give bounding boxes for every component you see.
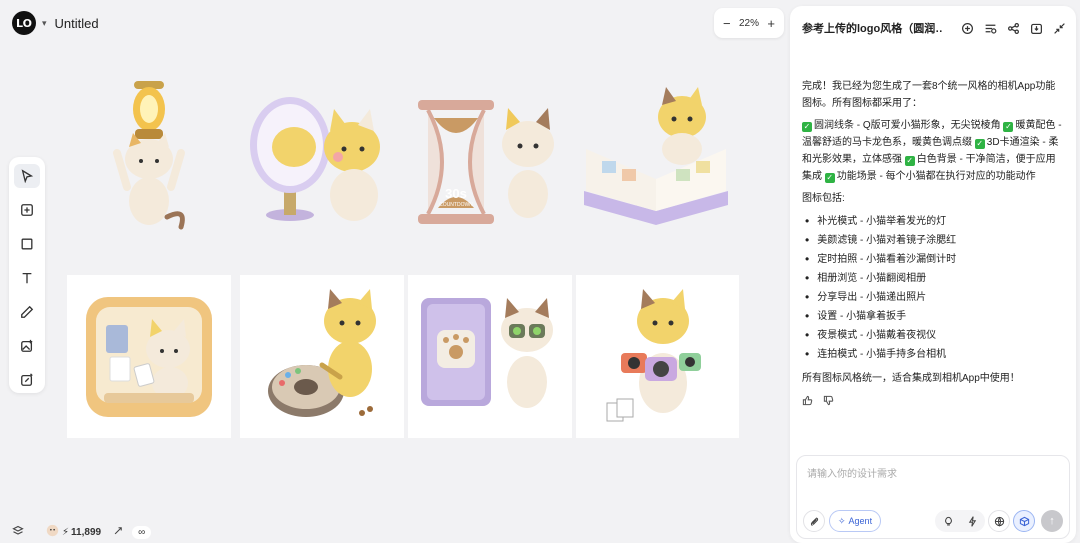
agent-button[interactable]: ✧ Agent (829, 510, 882, 532)
list-item: 连拍模式 - 小猫手持多台相机 (802, 345, 1062, 364)
list-item: 相册浏览 - 小猫翻阅相册 (802, 269, 1062, 288)
feature-paragraph: ✓ 圆润线条 - Q版可爱小猫形象，无尖锐棱角 ✓ 暖黄配色 - 温馨舒适的马卡龙色… (802, 117, 1062, 185)
web-search-button[interactable] (988, 510, 1010, 532)
message-intro: 完成！我已经为您生成了一套8个统一风格的相机App功能图标。所有图标都采用了： (802, 81, 1056, 109)
cat-wrench-illustration (268, 288, 376, 417)
credits-count: 11,899 (71, 526, 102, 538)
new-chat-icon[interactable] (961, 22, 974, 35)
lightbulb-icon (944, 516, 952, 525)
icon-night-mode[interactable] (408, 275, 572, 438)
list-item: 美颜滤镜 - 小猫对着镜子涂腮红 (802, 231, 1062, 250)
panel-header: 参考上传的logo风格（圆润… (802, 20, 1066, 36)
3d-mode-button[interactable] (1013, 510, 1035, 532)
collapse-icon[interactable] (1053, 22, 1066, 35)
left-toolbar (9, 157, 45, 393)
list-heading: 图标包括: (802, 193, 845, 204)
image-generate-tool[interactable] (14, 334, 40, 358)
check-icon: ✓ (904, 156, 915, 166)
rectangle-tool[interactable] (14, 232, 40, 256)
composer-actions: ✧ Agent ↑ (803, 510, 1063, 532)
text-icon (22, 272, 32, 284)
lightning-icon: ⚡ (62, 526, 70, 538)
status-bar: ⚡ 11,899 ∞ (12, 524, 152, 540)
idea-button[interactable] (937, 510, 959, 532)
check-icon: ✓ (802, 122, 812, 132)
cat-hourglass-illustration: 30s COUNTDOWN (417, 99, 554, 224)
cat-share-illustration (86, 296, 212, 417)
export-icon[interactable] (1030, 22, 1043, 35)
pen-tool[interactable] (14, 300, 40, 324)
globe-icon (994, 516, 1004, 527)
image-edit-tool[interactable] (14, 368, 40, 392)
cat-night-vision-illustration (421, 297, 553, 408)
cube-icon (1019, 516, 1029, 526)
chat-title[interactable]: 参考上传的logo风格（圆润… (802, 20, 942, 36)
message-closing: 所有图标风格统一，适合集成到相机App中使用！ (802, 373, 1020, 384)
select-tool[interactable] (14, 164, 40, 188)
list-item: 补光模式 - 小猫举着发光的灯 (802, 212, 1062, 231)
icon-timer[interactable]: 30s COUNTDOWN (408, 75, 571, 238)
chat-input[interactable]: 请输入你的设计需求 (807, 465, 897, 480)
zoom-out-button[interactable]: − (723, 16, 731, 31)
arrow-up-icon: ↑ (1049, 515, 1055, 527)
list-item: 分享导出 - 小猫递出照片 (802, 288, 1062, 307)
zoom-in-button[interactable]: + (767, 16, 775, 31)
mode-group (935, 510, 985, 532)
rectangle-icon (21, 238, 33, 250)
icon-beauty-filter[interactable] (240, 75, 403, 238)
icon-settings[interactable] (240, 275, 404, 438)
check-icon: ✓ (1003, 122, 1014, 132)
image-generate-icon (21, 339, 33, 352)
check-icon: ✓ (974, 139, 985, 149)
list-item: 夜景模式 - 小猫戴着夜视仪 (802, 326, 1062, 345)
avatar[interactable] (46, 524, 59, 540)
fast-mode-button[interactable] (961, 510, 983, 532)
bolt-icon (968, 515, 976, 527)
feedback-row (802, 395, 1062, 412)
countdown-label: COUNTDOWN (439, 202, 473, 208)
icon-list: 补光模式 - 小猫举着发光的灯 美颜滤镜 - 小猫对着镜子涂腮红 定时拍照 - … (802, 212, 1062, 364)
feature-text: 圆润线条 - Q版可爱小猫形象，无尖锐棱角 (814, 120, 1001, 131)
app-logo[interactable]: LO (12, 11, 36, 35)
pen-icon (21, 305, 34, 318)
share-icon[interactable] (1007, 22, 1020, 35)
sparkle-icon: ✧ (838, 515, 846, 526)
icon-share-export[interactable] (67, 275, 231, 438)
layers-icon[interactable] (12, 525, 24, 540)
icon-fill-light[interactable] (67, 75, 230, 238)
attach-button[interactable] (803, 510, 825, 532)
thumbs-up-icon[interactable] (802, 395, 813, 412)
add-frame-icon (21, 204, 33, 216)
zoom-control: − 22% + (714, 8, 784, 38)
send-button[interactable]: ↑ (1041, 510, 1063, 532)
check-icon: ✓ (824, 173, 835, 183)
app-header: LO ▾ Untitled (12, 11, 99, 35)
chevron-down-icon[interactable]: ▾ (42, 18, 47, 29)
cat-mirror-illustration (249, 96, 380, 221)
image-edit-icon (21, 373, 33, 386)
thumbs-down-icon[interactable] (823, 395, 834, 412)
icon-burst-mode[interactable] (576, 275, 739, 438)
cat-cameras-illustration (606, 288, 701, 421)
assistant-message: 完成！我已经为您生成了一套8个统一风格的相机App功能图标。所有图标都采用了： … (802, 78, 1062, 412)
chat-composer: 请输入你的设计需求 ✧ Agent ↑ (796, 455, 1070, 539)
history-icon[interactable] (984, 22, 997, 35)
chat-panel: 参考上传的logo风格（圆润… 完成！我已经为您生成了一套8个统一风格的相机Ap… (790, 6, 1076, 543)
cat-lamp-illustration (112, 80, 185, 229)
rocket-icon[interactable] (113, 525, 124, 539)
cursor-icon (21, 169, 34, 183)
agent-label: Agent (848, 516, 873, 526)
icon-album[interactable] (576, 75, 739, 238)
paperclip-icon (810, 516, 818, 526)
countdown-number: 30s (445, 186, 467, 201)
frame-tool[interactable] (14, 198, 40, 222)
list-item: 设置 - 小猫拿着扳手 (802, 307, 1062, 326)
feature-text: 功能场景 - 每个小猫都在执行对应的功能动作 (836, 171, 1036, 182)
cat-album-illustration (583, 86, 728, 225)
zoom-level[interactable]: 22% (739, 18, 759, 29)
infinity-toggle[interactable]: ∞ (132, 525, 152, 539)
text-tool[interactable] (14, 266, 40, 290)
document-title[interactable]: Untitled (55, 16, 99, 31)
list-item: 定时拍照 - 小猫看着沙漏倒计时 (802, 250, 1062, 269)
